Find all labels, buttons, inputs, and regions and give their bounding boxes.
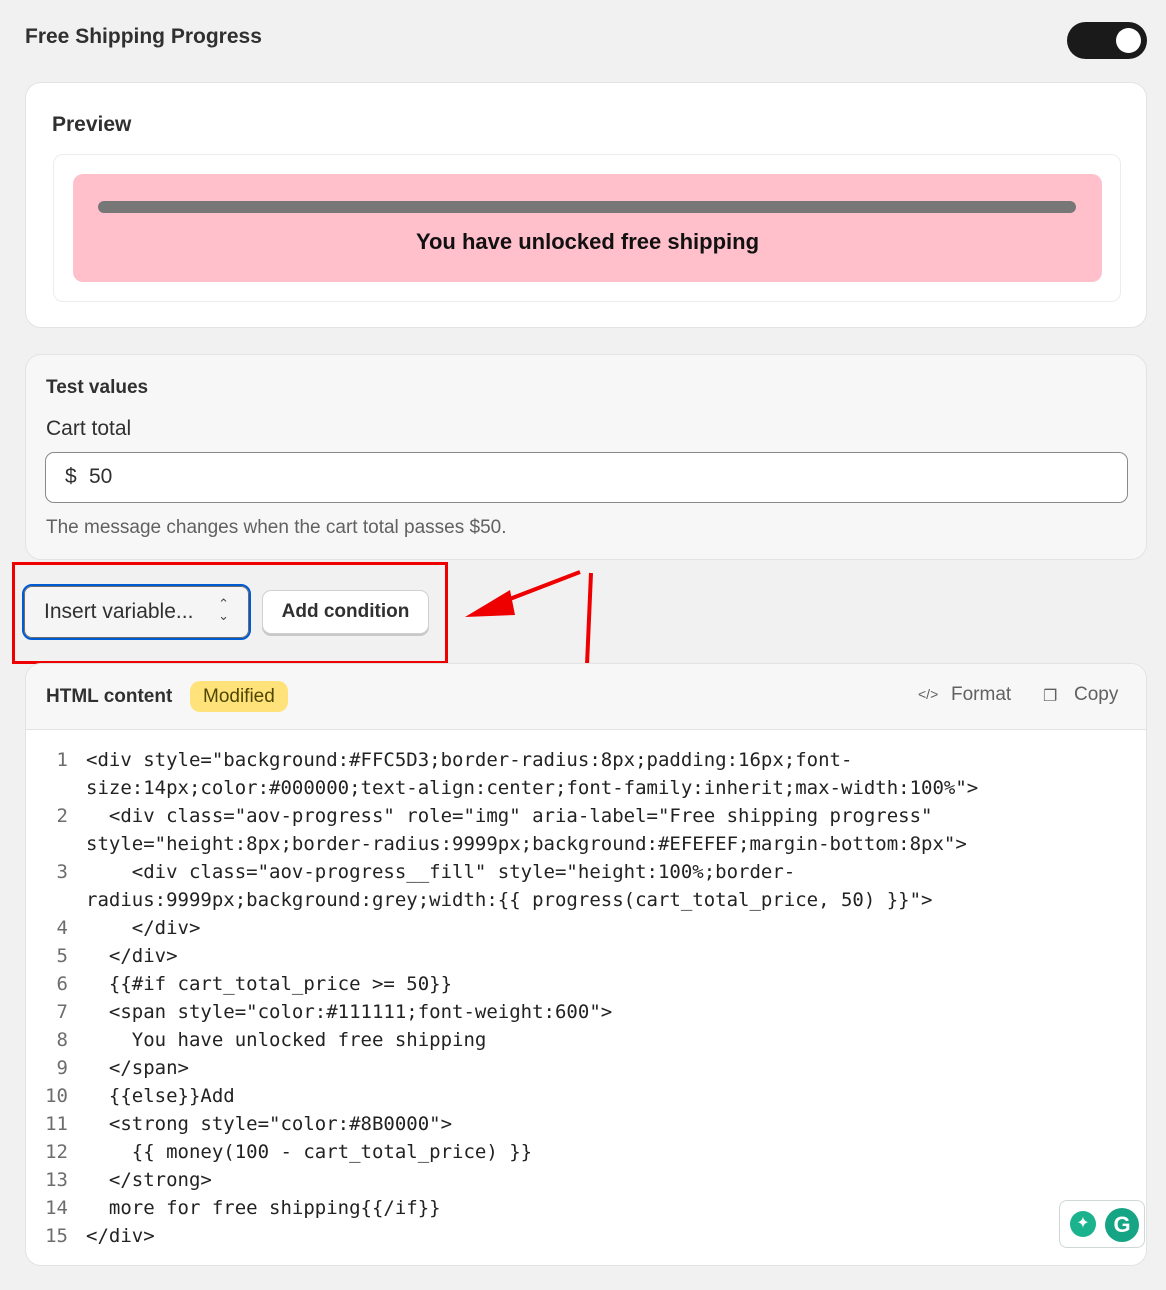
preview-card: Preview You have unlocked free shipping xyxy=(25,82,1147,328)
code-line: 10 {{else}}Add xyxy=(45,1085,235,1107)
section-title: Free Shipping Progress xyxy=(25,25,262,48)
preview-heading: Preview xyxy=(52,113,132,136)
grammarly-widget[interactable]: ✦ G xyxy=(1059,1200,1145,1248)
progress-bar-fill xyxy=(98,201,1076,213)
test-values-heading: Test values xyxy=(46,377,149,398)
add-condition-button[interactable]: Add condition xyxy=(262,590,429,634)
cart-total-help-text: The message changes when the cart total … xyxy=(46,517,507,538)
code-line: 11 <strong style="color:#8B0000"> xyxy=(45,1113,453,1135)
toggle-knob xyxy=(1116,28,1141,53)
code-line: radius:9999px;background:grey;width:{{ p… xyxy=(86,889,933,911)
code-line: 7 <span style="color:#111111;font-weight… xyxy=(56,1001,613,1023)
code-line: 2 <div class="aov-progress" role="img" a… xyxy=(56,805,933,827)
code-line: style="height:8px;border-radius:9999px;b… xyxy=(86,833,967,855)
annotation-arrow-left-shaft xyxy=(501,570,581,604)
code-line: 1 <div style="background:#FFC5D3;border-r… xyxy=(56,749,853,771)
format-button[interactable]: Format xyxy=(951,684,1011,706)
grammarly-logo-icon[interactable]: G xyxy=(1105,1208,1139,1242)
code-line: 9 </span> xyxy=(56,1057,189,1079)
cart-total-label: Cart total xyxy=(46,417,132,440)
annotation-arrow-left-head xyxy=(465,590,515,617)
insert-variable-label: Insert variable... xyxy=(44,600,194,623)
preview-message: You have unlocked free shipping xyxy=(415,229,760,254)
cart-total-input[interactable]: $ 50 xyxy=(45,452,1128,503)
html-content-title: HTML content xyxy=(46,686,173,707)
preview-frame: You have unlocked free shipping xyxy=(53,154,1121,302)
html-content-card: HTML content Modified </> Format ❐ Copy … xyxy=(25,663,1147,1266)
modified-badge: Modified xyxy=(190,681,288,712)
progress-bar-track xyxy=(98,201,1076,213)
annotation-arrow-down-shaft xyxy=(585,572,593,666)
clipboard-icon[interactable]: ❐ xyxy=(1043,686,1057,706)
code-editor-body[interactable]: 1 <div style="background:#FFC5D3;border-r… xyxy=(26,746,1146,1250)
currency-prefix: $ xyxy=(65,465,77,488)
code-line: size:14px;color:#000000;text-align:cente… xyxy=(86,777,979,799)
copy-button[interactable]: Copy xyxy=(1074,684,1118,706)
code-icon[interactable]: </> xyxy=(918,686,938,702)
section-header: Free Shipping Progress xyxy=(25,22,1147,59)
code-line: 4 </div> xyxy=(56,917,201,939)
code-line: 13 </strong> xyxy=(45,1169,212,1191)
code-line: 14 more for free shipping{{/if}} xyxy=(45,1197,441,1219)
lightbulb-icon[interactable]: ✦ xyxy=(1070,1211,1096,1237)
code-line: 3 <div class="aov-progress__fill" style=… xyxy=(56,861,796,883)
cart-total-value[interactable]: 50 xyxy=(89,465,112,489)
insert-variable-select[interactable]: Insert variable... ⌃ ⌄ xyxy=(22,584,251,640)
code-line: 5 </div> xyxy=(56,945,178,967)
code-line: 15 </div> xyxy=(45,1225,155,1247)
chevron-up-down-icon: ⌃ ⌄ xyxy=(218,596,229,623)
test-values-card: Test values Cart total $ 50 The message … xyxy=(25,354,1147,560)
code-line: 8 You have unlocked free shipping xyxy=(56,1029,487,1051)
add-condition-label: Add condition xyxy=(281,601,410,622)
preview-banner: You have unlocked free shipping xyxy=(73,174,1102,282)
enable-toggle[interactable] xyxy=(1067,22,1147,59)
code-editor-header: HTML content Modified </> Format ❐ Copy xyxy=(26,664,1146,730)
code-line: 12 {{ money(100 - cart_total_price) }} xyxy=(45,1141,533,1163)
code-line: 6 {{#if cart_total_price >= 50}} xyxy=(56,973,453,995)
